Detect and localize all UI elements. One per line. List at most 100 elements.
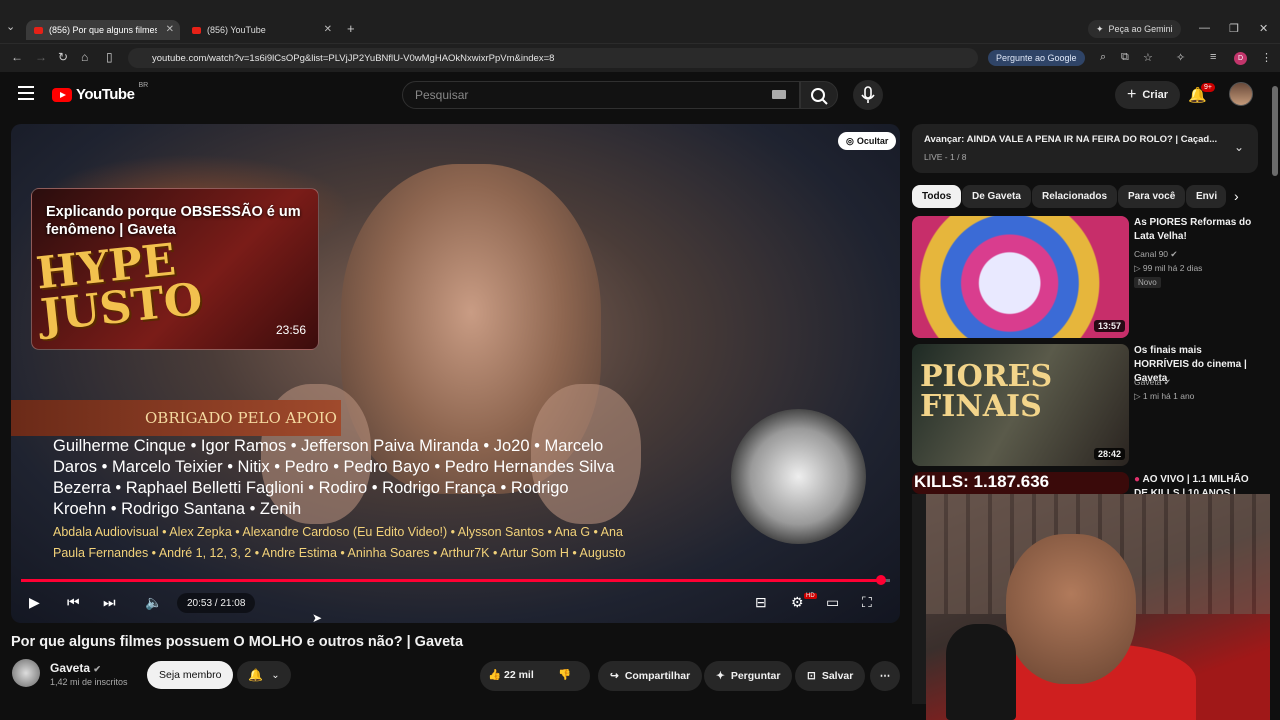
scrubber-handle[interactable] [876,575,887,585]
side-panel-icon[interactable]: ▯ [106,50,113,64]
recommendation-item[interactable]: 13:57 As PIORES Reformas do Lata Velha! … [912,216,1258,338]
search-button[interactable] [800,81,838,109]
recommendation-item[interactable]: KILLS: 1.187.636 ● AO VIVO | 1.1 MILHÃO … [912,472,1258,494]
subscription-bell-button[interactable]: 🔔 ⌄ [237,661,291,689]
close-window-icon[interactable]: ✕ [1259,22,1268,35]
minimize-icon[interactable]: — [1199,22,1210,34]
live-dot-icon: ● [1134,474,1141,485]
media-control-icon[interactable]: ≡ [1210,51,1216,63]
notification-count-badge: 9+ [1201,83,1215,92]
chevron-right-icon[interactable]: › [1234,188,1239,204]
bookmark-star-icon[interactable]: ☆ [1143,51,1153,64]
microphone-icon [861,86,875,103]
tab-video[interactable]: (856) Por que alguns filmes po... ✕ [26,20,180,40]
save-button[interactable]: ⊡ Salvar [795,661,866,691]
keyboard-icon[interactable] [772,90,786,99]
bookmark-icon: ⊡ [807,670,816,682]
endcard-title: Explicando porque OBSESSÃO é um fenômeno… [46,204,301,239]
share-label: Compartilhar [624,670,691,682]
theater-mode-icon[interactable]: ▭ [826,594,839,611]
settings-gear-icon[interactable]: ⚙ [791,594,804,611]
like-button[interactable]: 👍 22 mil [488,668,534,681]
chip-para-voce[interactable]: Para você [1118,185,1186,208]
mouse-cursor-icon: ➤ [312,611,323,625]
chip-de-gaveta[interactable]: De Gaveta [962,185,1031,208]
thumbnail[interactable]: 13:57 [912,216,1129,338]
voice-search-button[interactable] [853,80,883,110]
join-button[interactable]: Seja membro [147,661,234,689]
channel-avatar[interactable] [12,659,40,687]
url-bar[interactable]: youtube.com/watch?v=1s6i9lCsOPg&list=PLV… [128,48,978,68]
webcam-overlay [926,494,1270,720]
next-icon[interactable]: ⏭ [103,594,116,611]
close-tab-icon[interactable]: ✕ [166,24,174,35]
thumbnail-text: KILLS: 1.187.636 [914,472,1050,491]
time-display: 20:53 / 21:08 [177,593,256,613]
page-scrollbar[interactable] [1270,74,1280,720]
credits-line: Daros • Marcelo Teixier • Nitix • Pedro … [53,458,615,476]
subtitles-icon[interactable]: ⊟ [755,594,767,611]
banner-text: OBRIGADO PELO APOIO [145,409,337,427]
zoom-icon[interactable]: ⌕ [1100,51,1106,64]
volume-icon[interactable]: 🔈 [145,594,162,611]
more-actions-button[interactable]: ⋯ [870,661,900,691]
duration-badge: 28:42 [1093,448,1125,460]
ask-gemini-button[interactable]: ✦ Peça ao Gemini [1088,20,1181,38]
credits-line: Kroehn • Rodrigo Santana • Zenih [53,500,302,518]
tab-label: (856) YouTube [207,25,266,35]
country-code: BR [138,82,149,89]
scrollbar-thumb[interactable] [1272,86,1278,176]
hamburger-menu-icon[interactable] [18,86,34,100]
ask-button[interactable]: ✦ Perguntar [704,661,793,691]
video-title: Por que alguns filmes possuem O MOLHO e … [11,634,464,650]
previous-icon[interactable]: ⏮ [67,594,80,611]
endscreen-channel-subscribe[interactable] [731,409,866,544]
play-icon[interactable]: ▶ [29,594,40,611]
recommendation-item[interactable]: PIORES FINAIS 28:42 Os finais mais HORRÍ… [912,344,1258,466]
fullscreen-icon[interactable]: ⛶ [862,594,872,611]
thumbnail[interactable]: PIORES FINAIS 28:42 [912,344,1129,466]
time-text: 20:53 / 21:08 [187,597,246,609]
tab-search-chevron-icon[interactable]: ⌄ [6,20,20,38]
install-app-icon[interactable]: ⧉ [1121,51,1129,64]
new-tab-icon[interactable]: + [347,21,355,36]
endscreen-video-card[interactable]: HYPE JUSTO Explicando porque OBSESSÃO é … [31,188,319,350]
chip-enviados[interactable]: Envi [1186,185,1226,208]
forward-icon[interactable]: → [35,50,47,64]
channel-name[interactable]: Gaveta ✔ [50,661,101,675]
chip-relacionados[interactable]: Relacionados [1032,185,1118,208]
extensions-icon[interactable]: ✧ [1176,51,1185,64]
thumbnail-text: PIORES FINAIS [920,359,1053,424]
verified-icon: ✔ [1170,249,1178,259]
playlist-queue-header[interactable]: Avançar: AINDA VALE A PENA IR NA FEIRA D… [912,124,1258,173]
credits-line: Guilherme Cinque • Igor Ramos • Jefferso… [53,437,604,455]
progress-bar[interactable] [21,575,890,585]
back-icon[interactable]: ← [11,50,23,64]
youtube-favicon-icon [34,26,43,34]
browser-profile-avatar[interactable]: D [1234,52,1247,65]
save-label: Salvar [821,670,854,682]
browser-menu-icon[interactable]: ⋮ [1261,51,1272,64]
youtube-logo[interactable]: YouTube BR [52,82,148,103]
account-avatar[interactable] [1229,82,1253,106]
chevron-down-icon[interactable]: ⌄ [1234,140,1244,154]
next-up-title: Avançar: AINDA VALE A PENA IR NA FEIRA D… [924,134,1218,145]
home-icon[interactable]: ⌂ [81,50,88,64]
maximize-icon[interactable]: ❐ [1229,22,1239,35]
search-placeholder: Pesquisar [415,88,469,102]
share-button[interactable]: ↪ Compartilhar [598,661,703,691]
thumbnail[interactable]: KILLS: 1.187.636 [912,472,1129,494]
share-icon: ↪ [610,670,619,682]
search-input[interactable]: Pesquisar [402,81,800,109]
close-tab-icon[interactable]: ✕ [324,24,332,35]
video-player[interactable]: ◎ Ocultar HYPE JUSTO Explicando porque O… [11,124,900,623]
logo-text: YouTube [76,86,135,103]
reload-icon[interactable]: ↻ [58,50,68,64]
hide-endscreen-button[interactable]: ◎ Ocultar [838,132,897,150]
dislike-button[interactable]: 👎 [558,668,571,681]
ask-google-button[interactable]: Pergunte ao Google [988,50,1085,66]
plus-icon: + [1127,86,1137,103]
create-button[interactable]: + Criar [1115,81,1181,109]
chip-todos[interactable]: Todos [912,185,962,208]
tab-youtube-home[interactable]: (856) YouTube ✕ [184,20,338,40]
